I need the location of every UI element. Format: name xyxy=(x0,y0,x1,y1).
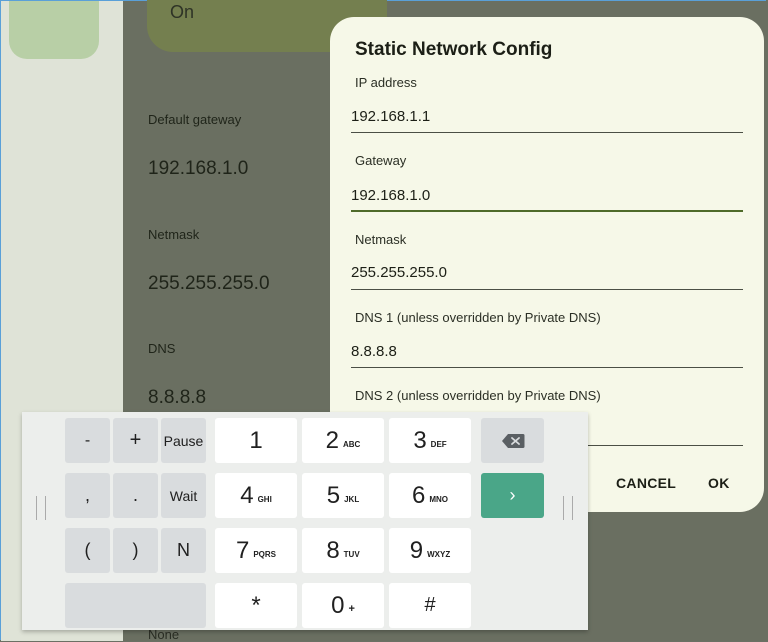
backspace-key[interactable] xyxy=(481,418,544,463)
key-7[interactable]: 7 PQRS xyxy=(215,528,297,573)
key-star-symbol: * xyxy=(251,591,261,619)
key-5-letters: JKL xyxy=(344,495,360,504)
key-minus[interactable]: - xyxy=(65,418,110,463)
numeric-keypad: - + Pause 1 2 ABC 3 DEF , . Wait 4 GHI 5 JKL… xyxy=(22,412,588,630)
selected-nav-card[interactable] xyxy=(9,1,99,59)
key-2-letters: ABC xyxy=(343,440,361,449)
key-star[interactable]: * xyxy=(215,583,297,628)
key-7-digit: 7 xyxy=(235,536,250,564)
cancel-button[interactable]: CANCEL xyxy=(616,475,676,491)
dns1-input[interactable]: 8.8.8.8 xyxy=(351,343,397,360)
next-key[interactable]: › xyxy=(481,473,544,518)
key-6-letters: MNO xyxy=(429,495,449,504)
key-0-digit: 0 xyxy=(331,591,345,619)
ok-button[interactable]: OK xyxy=(708,475,730,491)
key-1[interactable]: 1 xyxy=(215,418,297,463)
key-4-digit: 4 xyxy=(240,481,254,509)
key-4-letters: GHI xyxy=(257,495,272,504)
ip-address-underline xyxy=(351,132,743,133)
key-9[interactable]: 9 WXYZ xyxy=(389,528,471,573)
space-key[interactable] xyxy=(65,583,206,628)
key-9-digit: 9 xyxy=(409,536,424,564)
key-pause[interactable]: Pause xyxy=(161,418,206,463)
key-5-digit: 5 xyxy=(326,481,341,509)
key-8-letters: TUV xyxy=(343,550,360,559)
dns2-field-label: DNS 2 (unless overridden by Private DNS) xyxy=(355,388,601,403)
key-left-paren[interactable]: ( xyxy=(65,528,110,573)
key-5[interactable]: 5 JKL xyxy=(302,473,384,518)
ip-address-label: IP address xyxy=(355,75,417,90)
right-drag-handle[interactable] xyxy=(563,496,573,520)
key-3-digit: 3 xyxy=(413,426,427,454)
key-3[interactable]: 3 DEF xyxy=(389,418,471,463)
backspace-icon xyxy=(501,433,524,448)
gateway-input[interactable]: 192.168.1.0 xyxy=(351,187,430,204)
key-period[interactable]: . xyxy=(113,473,158,518)
gateway-value: 192.168.1.0 xyxy=(148,158,249,179)
key-4[interactable]: 4 GHI xyxy=(215,473,297,518)
netmask-field-label: Netmask xyxy=(355,232,407,247)
netmask-input[interactable]: 255.255.255.0 xyxy=(351,264,447,281)
key-2[interactable]: 2 ABC xyxy=(302,418,384,463)
key-3-letters: DEF xyxy=(430,440,447,449)
ip-address-input[interactable]: 192.168.1.1 xyxy=(351,108,430,125)
key-1-digit: 1 xyxy=(249,426,263,454)
gateway-underline xyxy=(351,210,743,212)
key-0-plus: + xyxy=(348,602,355,615)
key-8[interactable]: 8 TUV xyxy=(302,528,384,573)
key-2-digit: 2 xyxy=(325,426,339,454)
dns-value: 8.8.8.8 xyxy=(148,387,207,408)
key-right-paren[interactable]: ) xyxy=(113,528,158,573)
key-hash-symbol: # xyxy=(424,594,436,616)
toggle-state-text: On xyxy=(170,2,195,22)
dialog-title: Static Network Config xyxy=(355,39,553,60)
key-hash[interactable]: # xyxy=(389,583,471,628)
gateway-label: Default gateway xyxy=(148,112,242,127)
dns1-field-label: DNS 1 (unless overridden by Private DNS) xyxy=(355,310,601,325)
key-wait[interactable]: Wait xyxy=(161,473,206,518)
key-n[interactable]: N xyxy=(161,528,206,573)
left-drag-handle[interactable] xyxy=(36,496,46,520)
key-6-digit: 6 xyxy=(411,481,426,509)
netmask-value: 255.255.255.0 xyxy=(148,273,270,294)
gateway-field-label: Gateway xyxy=(355,153,407,168)
key-7-letters: PQRS xyxy=(253,550,277,559)
key-9-letters: WXYZ xyxy=(427,550,451,559)
netmask-underline xyxy=(351,289,743,290)
key-comma[interactable]: , xyxy=(65,473,110,518)
dns1-underline xyxy=(351,367,743,368)
key-0[interactable]: 0 + xyxy=(302,583,384,628)
key-6[interactable]: 6 MNO xyxy=(389,473,471,518)
chevron-right-icon: › xyxy=(509,485,516,505)
dns-label: DNS xyxy=(148,341,176,356)
netmask-label: Netmask xyxy=(148,227,200,242)
key-plus[interactable]: + xyxy=(113,418,158,463)
key-8-digit: 8 xyxy=(326,536,340,564)
